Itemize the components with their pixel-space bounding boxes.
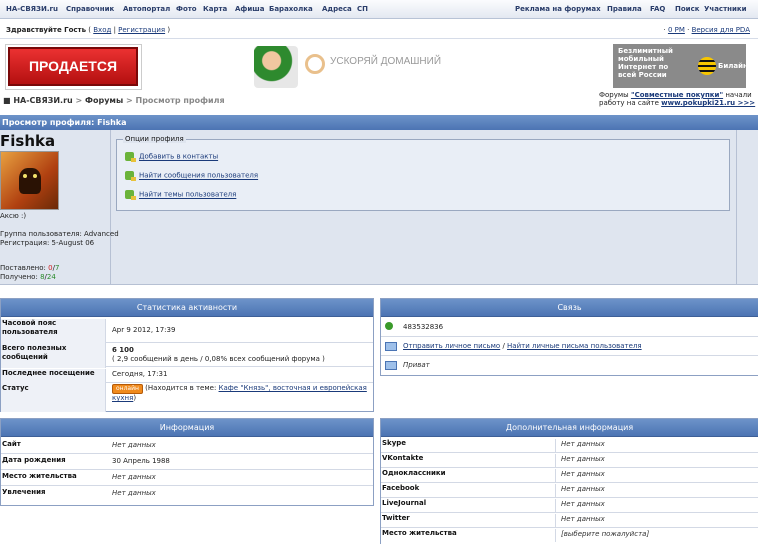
nav-link-faq[interactable]: FAQ [650,5,665,13]
profile-title: Просмотр профиля: Fishka [2,118,127,127]
sale-banner[interactable]: ПРОДАЕТСЯ [5,44,142,90]
extra-info-panel: Дополнительная информация Skype Нет данн… [380,418,758,544]
nav-link-map[interactable]: Карта [203,5,227,13]
nav-link-photo[interactable]: Фото [176,5,197,13]
nav-link-home[interactable]: НА-СВЯЗИ.ru [6,5,58,13]
stat-row-last-visit: Последнее посещение Сегодня, 17:31 [1,366,373,385]
profile-options: Опции профиля Добавить в контакты Найти … [116,135,730,211]
profile-title-bar: Просмотр профиля: Fishka [0,115,758,130]
profile-registered: Регистрация: 5-August 06 [0,239,95,247]
info-row-hobbies: Увлечения Нет данных [2,488,156,497]
find-posts-option[interactable]: Найти сообщения пользователя [125,171,258,181]
nav-link-ads[interactable]: Реклама на форумах [515,5,601,13]
register-link[interactable]: Регистрация [118,26,165,34]
info-panel: Информация Сайт Нет данных Дата рождения… [0,418,374,506]
sale-banner-text: ПРОДАЕТСЯ [28,58,118,74]
joint-purchases-link[interactable]: "Совместные покупки" [631,91,723,99]
icq-number: 483532836 [403,323,444,331]
breadcrumb-site[interactable]: НА-СВЯЗИ.ru [13,96,72,105]
beeline-logo-icon [698,57,716,75]
extra-row-livejournal: LiveJournal Нет данных [381,497,758,513]
extra-row-odnoklassniki: Одноклассники Нет данных [381,467,758,483]
nav-link-members[interactable]: Участники [704,5,747,13]
icq-icon [385,322,393,330]
profile-nickname: Fishka [0,132,56,150]
find-pm-link[interactable]: Найти личные письма пользователя [507,342,642,350]
nav-link-rules[interactable]: Правила [607,5,642,13]
activity-stats-panel: Статистика активности Часовой пояс польз… [0,298,374,412]
beeline-brand: Билайн [718,62,746,70]
activity-stats-header: Статистика активности [1,299,373,317]
find-posts-icon [125,171,136,181]
stat-row-timezone: Часовой пояс пользователя Apr 9 2012, 17… [1,317,373,344]
info-header: Информация [1,419,373,437]
nav-link-addresses[interactable]: Адреса [322,5,352,13]
stat-row-status: Статус онлайн (Находится в теме: Кафе "К… [1,382,373,412]
find-topics-icon [125,190,136,200]
info-row-site: Сайт Нет данных [1,437,373,454]
add-contact-icon [125,152,136,162]
find-topics-link[interactable]: Найти темы пользователя [139,191,236,199]
reputation-received: Получено: 8/24 [0,273,56,281]
breadcrumb-forums[interactable]: Форумы [85,96,123,105]
contact-row-pm: Отправить личное письмо / Найти личные п… [381,336,758,356]
extra-row-vkontakte: VKontakte Нет данных [381,452,758,468]
contact-panel: Связь 483532836 Отправить личное письмо … [380,298,758,376]
nav-link-flea-market[interactable]: Барахолка [269,5,313,13]
extra-info-header: Дополнительная информация [381,419,758,437]
profile-group: Группа пользователя: Advanced [0,230,119,238]
profile-right-strip [736,130,758,284]
add-contact-link[interactable]: Добавить в контакты [139,153,218,161]
internet-logo-icon [305,54,325,74]
reputation-given: Поставлено: 0/7 [0,264,60,272]
pm-link[interactable]: 0 PM [668,26,685,34]
breadcrumb: ■ НА-СВЯЗИ.ru > Форумы > Просмотр профил… [3,96,225,105]
beeline-banner-text: Безлимитный мобильный Интернет по всей Р… [618,47,673,79]
find-topics-option[interactable]: Найти темы пользователя [125,190,236,200]
welcome-bar: Здравствуйте Гость ( Вход | Регистрация … [0,22,758,39]
private-text: Приват [403,361,430,369]
send-pm-link[interactable]: Отправить личное письмо [403,342,500,350]
pokupki-link[interactable]: www.pokupki21.ru >>> [661,99,755,107]
stat-row-posts: Всего полезных сообщений 6 100 ( 2,9 соо… [1,342,373,368]
beeline-banner[interactable]: Безлимитный мобильный Интернет по всей Р… [613,44,746,88]
breadcrumb-current: Просмотр профиля [135,96,225,105]
forum-announcement: Форумы "Совместные покупки" начали работ… [599,91,756,107]
profile-options-title: Опции профиля [123,135,186,143]
pda-link[interactable]: Версия для PDA [692,26,750,34]
mail-icon [385,342,397,351]
contact-row-icq: 483532836 [381,317,758,337]
add-contact-option[interactable]: Добавить в контакты [125,152,218,162]
nav-link-search[interactable]: Поиск [675,5,699,13]
internet-banner-text: УСКОРЯЙ ДОМАШНИЙ [330,56,442,67]
nav-link-autoportal[interactable]: Автопортал [123,5,170,13]
contact-row-private: Приват [381,355,758,374]
nav-link-afisha[interactable]: Афиша [235,5,264,13]
avatar [0,151,59,210]
extra-row-location: Место жительства [выберите пожалуйста] [381,527,758,542]
internet-banner[interactable]: УСКОРЯЙ ДОМАШНИЙ [235,44,518,88]
extra-row-skype: Skype Нет данных [381,437,758,453]
contact-header: Связь [381,299,758,317]
info-row-location: Место жительства Нет данных [1,469,373,486]
profile-status-text: Аксю :) [0,212,27,220]
profile-left-column: Fishka Аксю :) Группа пользователя: Adva… [0,130,119,284]
extra-row-facebook: Facebook Нет данных [381,482,758,498]
info-row-birthday: Дата рождения 30 Апрель 1988 [1,453,373,470]
nav-link-directory[interactable]: Справочник [66,5,114,13]
top-navigation: НА-СВЯЗИ.ru Справочник Автопортал Фото К… [0,0,758,19]
private-mail-icon [385,361,397,370]
family-photo [254,46,298,88]
login-link[interactable]: Вход [93,26,111,34]
find-posts-link[interactable]: Найти сообщения пользователя [139,172,258,180]
nav-link-sp[interactable]: СП [357,5,368,13]
online-badge: онлайн [112,384,143,394]
guest-greeting: Здравствуйте Гость [6,26,87,34]
extra-row-twitter: Twitter Нет данных [381,512,758,528]
profile-block: Fishka Аксю :) Группа пользователя: Adva… [0,130,758,285]
